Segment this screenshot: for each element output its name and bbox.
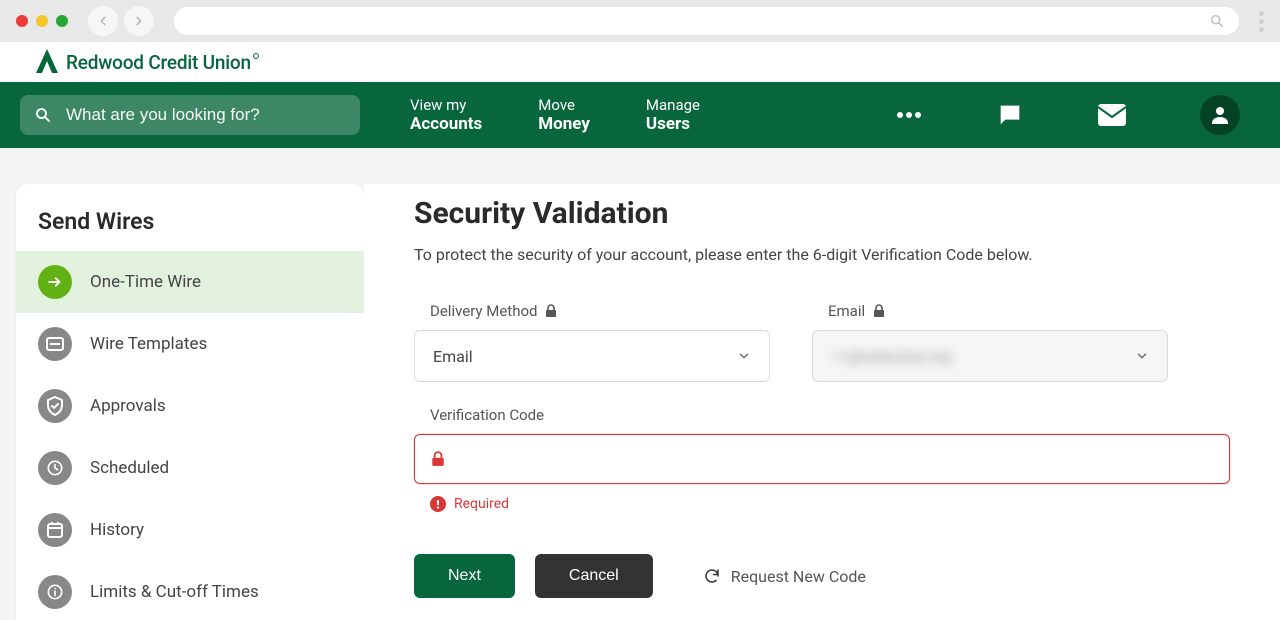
delivery-method-label: Delivery Method xyxy=(414,302,770,320)
action-row: Next Cancel Request New Code xyxy=(414,554,1230,598)
link-text: Request New Code xyxy=(731,567,866,586)
maximize-window-icon[interactable] xyxy=(56,15,68,27)
browser-menu-icon[interactable] xyxy=(1259,11,1264,32)
chevron-down-icon xyxy=(737,349,751,363)
cancel-button[interactable]: Cancel xyxy=(535,554,653,598)
sidebar-item-label: Wire Templates xyxy=(90,334,207,354)
card-icon xyxy=(38,327,72,361)
arrow-right-icon xyxy=(38,265,72,299)
lock-icon xyxy=(545,304,557,318)
shield-check-icon xyxy=(38,389,72,423)
nav-users[interactable]: Manage Users xyxy=(646,96,700,134)
nav-money[interactable]: Move Money xyxy=(538,96,590,134)
search-icon xyxy=(1209,13,1225,29)
verification-code-input-wrap[interactable] xyxy=(414,434,1230,484)
info-icon xyxy=(38,575,72,609)
nav-line2: Accounts xyxy=(410,114,482,134)
verification-code-label: Verification Code xyxy=(414,406,1230,424)
brand-name: Redwood Credit Union xyxy=(66,51,251,74)
brand-bar: Redwood Credit Union xyxy=(0,42,1280,82)
search-icon xyxy=(34,106,52,124)
request-new-code-link[interactable]: Request New Code xyxy=(703,567,866,586)
nav-right xyxy=(896,95,1260,135)
sidebar-item-label: One-Time Wire xyxy=(90,272,201,292)
page-subtitle: To protect the security of your account,… xyxy=(414,245,1230,264)
nav-line1: Move xyxy=(538,96,590,114)
person-icon xyxy=(1208,103,1232,127)
email-label: Email xyxy=(812,302,1168,320)
chat-icon[interactable] xyxy=(996,101,1024,129)
browser-nav-arrows xyxy=(88,6,154,36)
mail-icon[interactable] xyxy=(1098,104,1126,126)
browser-chrome xyxy=(0,0,1280,42)
error-icon xyxy=(430,496,446,512)
nav-line2: Money xyxy=(538,114,590,134)
lock-icon xyxy=(873,304,885,318)
sidebar-item-label: Scheduled xyxy=(90,458,169,478)
sidebar-item-label: History xyxy=(90,520,144,540)
calendar-icon xyxy=(38,513,72,547)
sidebar-item-label: Limits & Cut-off Times xyxy=(90,582,259,602)
back-button[interactable] xyxy=(88,6,118,36)
nav-items: View my Accounts Move Money Manage Users xyxy=(410,96,700,134)
sidebar-item-history[interactable]: History xyxy=(16,499,364,561)
label-text: Delivery Method xyxy=(430,302,537,320)
body: Send Wires One-Time Wire Wire Templates … xyxy=(0,148,1280,620)
nav-line2: Users xyxy=(646,114,700,134)
error-text: Required xyxy=(454,496,509,512)
delivery-method-select[interactable]: Email xyxy=(414,330,770,382)
email-select[interactable]: •••@redacted.org xyxy=(812,330,1168,382)
sidebar: Send Wires One-Time Wire Wire Templates … xyxy=(16,184,364,620)
email-group: Email •••@redacted.org xyxy=(812,302,1168,382)
next-button[interactable]: Next xyxy=(414,554,515,598)
clock-icon xyxy=(38,451,72,485)
lock-icon xyxy=(431,451,445,467)
verification-code-group: Verification Code Required xyxy=(414,406,1230,512)
main-content: Security Validation To protect the secur… xyxy=(364,184,1280,620)
window-controls xyxy=(16,15,68,27)
sidebar-item-one-time-wire[interactable]: One-Time Wire xyxy=(16,251,364,313)
sidebar-item-wire-templates[interactable]: Wire Templates xyxy=(16,313,364,375)
nav-accounts[interactable]: View my Accounts xyxy=(410,96,482,134)
close-window-icon[interactable] xyxy=(16,15,28,27)
minimize-window-icon[interactable] xyxy=(36,15,48,27)
verification-code-input[interactable] xyxy=(457,450,1213,468)
sidebar-item-label: Approvals xyxy=(90,396,166,416)
delivery-method-group: Delivery Method Email xyxy=(414,302,770,382)
chevron-down-icon xyxy=(1135,349,1149,363)
refresh-icon xyxy=(703,567,721,585)
primary-nav: View my Accounts Move Money Manage Users xyxy=(0,82,1280,148)
label-text: Email xyxy=(828,302,865,320)
site-search[interactable] xyxy=(20,95,360,135)
verification-error: Required xyxy=(414,496,1230,512)
sidebar-item-approvals[interactable]: Approvals xyxy=(16,375,364,437)
profile-avatar[interactable] xyxy=(1200,95,1240,135)
nav-line1: View my xyxy=(410,96,482,114)
page-title: Security Validation xyxy=(414,196,1230,231)
sidebar-title: Send Wires xyxy=(16,184,364,251)
select-value: •••@redacted.org xyxy=(831,347,952,366)
search-input[interactable] xyxy=(66,105,346,125)
address-bar[interactable] xyxy=(174,7,1239,35)
brand-logo-icon xyxy=(34,47,60,77)
more-icon[interactable] xyxy=(896,111,922,119)
sidebar-item-limits[interactable]: Limits & Cut-off Times xyxy=(16,561,364,620)
nav-line1: Manage xyxy=(646,96,700,114)
select-value: Email xyxy=(433,347,473,366)
form-row-top: Delivery Method Email Email xyxy=(414,302,1230,382)
forward-button[interactable] xyxy=(124,6,154,36)
sidebar-item-scheduled[interactable]: Scheduled xyxy=(16,437,364,499)
